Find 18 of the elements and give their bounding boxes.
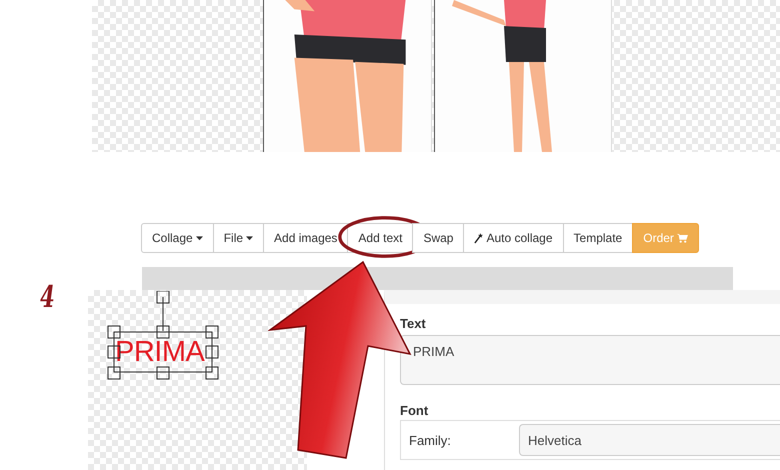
toolbar-button[interactable]: Auto collage	[463, 223, 564, 253]
caret-icon	[246, 236, 254, 240]
toolbar-button[interactable]: Collage	[141, 223, 214, 253]
field-label: Text	[400, 316, 426, 331]
step-number: 4	[40, 280, 55, 315]
field-label: Family:	[409, 432, 452, 448]
caret-icon	[196, 236, 203, 240]
cart-icon	[676, 234, 688, 242]
text-field[interactable]: PRIMA	[400, 335, 780, 385]
toolbar-button[interactable]: Swap	[412, 223, 464, 253]
font-family-field[interactable]: Helvetica	[519, 424, 780, 456]
toolbar-button[interactable]: Template	[562, 223, 634, 253]
wand-icon	[474, 232, 484, 244]
section-heading: Font	[400, 403, 428, 418]
toolbar-button[interactable]: File	[212, 223, 264, 253]
selection-frame-drawing[interactable]	[107, 291, 219, 381]
toolbar-button[interactable]: Add images	[263, 223, 348, 253]
toolbar-button[interactable]: Add text	[347, 223, 414, 253]
